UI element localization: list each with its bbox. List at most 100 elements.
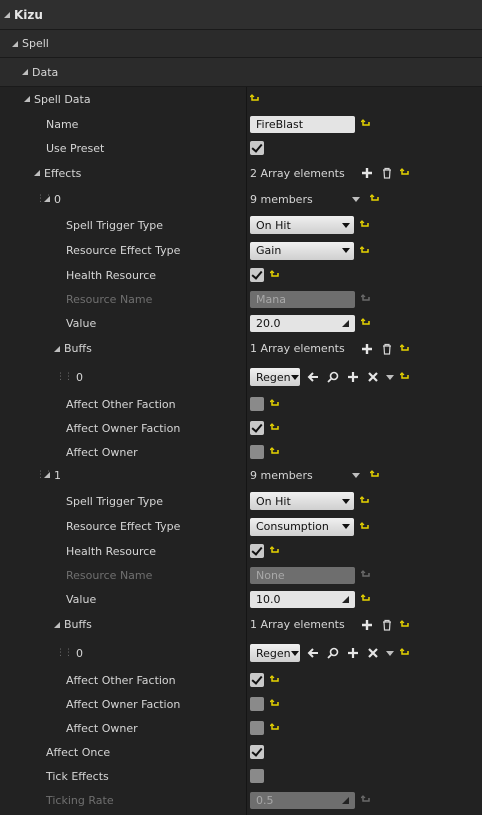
reset-arrow-icon[interactable] (400, 372, 410, 382)
row-buffs: Buffs 1 Array elements (0, 611, 482, 638)
expand-arrow-icon[interactable] (12, 40, 18, 47)
affect-owner-checkbox[interactable] (250, 721, 264, 735)
affect-once-checkbox[interactable] (250, 745, 264, 759)
affect-owner-faction-checkbox[interactable] (250, 421, 264, 435)
buff-asset-dropdown[interactable]: Regen (250, 368, 300, 386)
affect-other-faction-checkbox[interactable] (250, 397, 264, 411)
resource-effect-type-dropdown[interactable]: Consumption (250, 517, 354, 536)
affect-other-faction-label: Affect Other Faction (66, 397, 176, 411)
buff-asset-dropdown[interactable]: Regen (250, 644, 300, 662)
buffs-count: 1 Array elements (250, 618, 345, 631)
name-label: Name (46, 117, 79, 131)
drag-handle-icon[interactable]: ⋮⋮ (56, 638, 73, 668)
reset-arrow-icon[interactable] (270, 723, 280, 733)
category-label: Data (32, 65, 59, 79)
trash-icon[interactable] (380, 342, 394, 356)
buffs-count: 1 Array elements (250, 342, 345, 355)
plus-icon[interactable] (360, 166, 374, 180)
row-name: Name FireBlast (0, 112, 482, 136)
number-value: 20.0 (256, 316, 281, 330)
category-spell[interactable]: Spell (0, 30, 482, 58)
name-input[interactable]: FireBlast (250, 115, 355, 133)
reset-arrow-icon[interactable] (270, 546, 280, 556)
reset-arrow-icon[interactable] (361, 318, 371, 328)
expand-arrow-icon[interactable] (4, 11, 10, 18)
resize-grip-icon[interactable] (342, 595, 349, 603)
affect-owner-checkbox[interactable] (250, 445, 264, 459)
x-icon[interactable] (366, 370, 380, 384)
details-panel: Kizu Spell Data Spell Data Name FireBlas… (0, 0, 482, 815)
reset-arrow-icon[interactable] (270, 699, 280, 709)
affect-owner-label: Affect Owner (66, 445, 138, 459)
expand-arrow-icon[interactable] (54, 345, 60, 352)
expand-arrow-icon[interactable] (34, 170, 40, 176)
affect-owner-faction-checkbox[interactable] (250, 697, 264, 711)
tick-effects-checkbox[interactable] (250, 769, 264, 783)
reset-arrow-icon[interactable] (360, 220, 370, 230)
plus-icon[interactable] (360, 342, 374, 356)
use-preset-checkbox[interactable] (250, 141, 264, 155)
value-input[interactable]: 10.0 (250, 590, 355, 608)
use-preset-label: Use Preset (46, 141, 105, 155)
expand-arrow-icon[interactable] (44, 196, 50, 202)
reset-arrow-icon[interactable] (370, 194, 380, 204)
search-icon[interactable] (326, 370, 340, 384)
plus-icon[interactable] (360, 618, 374, 632)
effects-count: 2 Array elements (250, 166, 345, 180)
reset-arrow-icon[interactable] (361, 594, 371, 604)
arrow-left-icon[interactable] (306, 646, 320, 660)
reset-arrow-icon[interactable] (270, 270, 280, 280)
drag-handle-icon[interactable]: ⋮⋮ (56, 362, 73, 392)
trigger-type-dropdown[interactable]: On Hit (250, 492, 354, 510)
resource-effect-type-dropdown[interactable]: Gain (250, 241, 354, 260)
plus-icon[interactable] (346, 646, 360, 660)
reset-arrow-icon[interactable] (400, 343, 410, 354)
row-affect-owner: Affect Owner (0, 440, 482, 464)
health-resource-checkbox[interactable] (250, 544, 264, 558)
affect-other-faction-checkbox[interactable] (250, 673, 264, 687)
category-data[interactable]: Data (0, 58, 482, 87)
row-health-resource: Health Resource (0, 263, 482, 287)
reset-arrow-icon[interactable] (400, 619, 410, 630)
reset-arrow-icon[interactable] (270, 447, 280, 457)
reset-arrow-icon[interactable] (270, 423, 280, 433)
expand-arrow-icon[interactable] (24, 96, 30, 102)
x-icon[interactable] (366, 646, 380, 660)
expand-arrow-icon[interactable] (22, 69, 28, 75)
category-label: Spell (22, 37, 49, 50)
chevron-down-icon[interactable] (352, 472, 360, 478)
trash-icon[interactable] (380, 618, 394, 632)
affect-owner-label: Affect Owner (66, 721, 138, 735)
reset-arrow-icon[interactable] (360, 496, 370, 506)
value-input[interactable]: 20.0 (250, 314, 355, 332)
search-icon[interactable] (326, 646, 340, 660)
expand-arrow-icon[interactable] (54, 621, 60, 628)
dropdown-value: Regen (256, 646, 291, 660)
chevron-down-icon[interactable] (386, 374, 394, 380)
resize-grip-icon[interactable] (342, 319, 349, 327)
row-trigger-type: Spell Trigger Type On Hit (0, 212, 482, 238)
reset-arrow-icon[interactable] (270, 675, 280, 685)
arrow-left-icon[interactable] (306, 370, 320, 384)
category-kizu[interactable]: Kizu (0, 0, 482, 30)
row-affect-owner-faction: Affect Owner Faction (0, 692, 482, 716)
row-affect-owner-faction: Affect Owner Faction (0, 416, 482, 440)
chevron-down-icon[interactable] (352, 196, 360, 202)
reset-arrow-icon[interactable] (400, 168, 410, 178)
affect-once-label: Affect Once (46, 745, 111, 759)
reset-arrow-icon[interactable] (360, 521, 370, 532)
reset-arrow-icon[interactable] (400, 648, 410, 658)
chevron-down-icon[interactable] (386, 650, 394, 656)
expand-arrow-icon[interactable] (44, 472, 50, 478)
trash-icon[interactable] (380, 166, 394, 180)
reset-arrow-icon[interactable] (250, 94, 260, 104)
dropdown-value: Gain (256, 244, 282, 257)
reset-arrow-icon[interactable] (360, 245, 370, 256)
reset-arrow-icon[interactable] (361, 119, 371, 129)
reset-arrow-icon[interactable] (370, 470, 380, 480)
affect-other-faction-label: Affect Other Faction (66, 673, 176, 687)
reset-arrow-icon[interactable] (270, 399, 280, 409)
plus-icon[interactable] (346, 370, 360, 384)
health-resource-checkbox[interactable] (250, 268, 264, 282)
trigger-type-dropdown[interactable]: On Hit (250, 216, 354, 234)
